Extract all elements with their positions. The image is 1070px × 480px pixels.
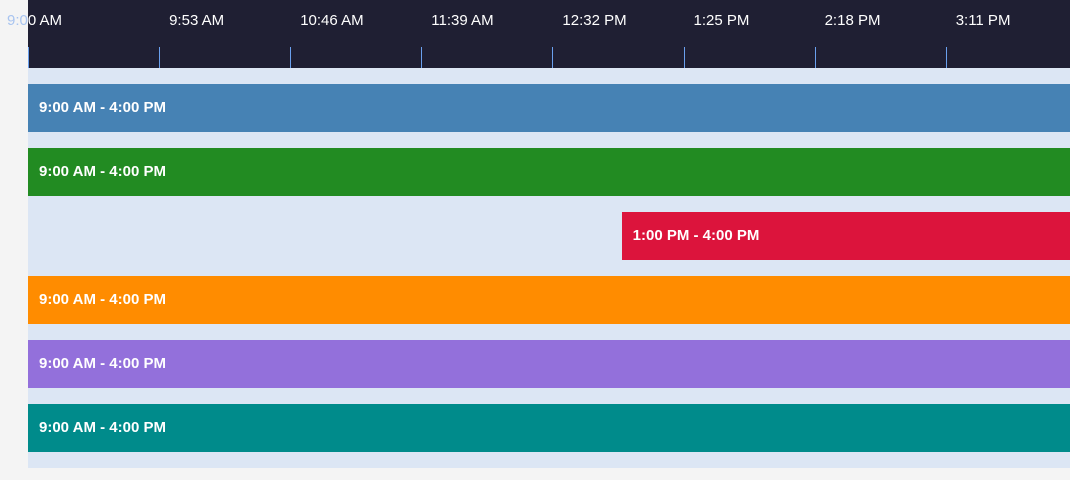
timeline-row: 9:00 AM - 4:00 PM: [28, 132, 1070, 196]
event-block[interactable]: 1:00 PM - 4:00 PM: [621, 212, 1070, 260]
time-tick-mark: [945, 47, 947, 68]
timeline-row-footer: [28, 452, 1070, 468]
time-tick-mark: [28, 47, 29, 68]
event-time-label: 9:00 AM - 4:00 PM: [39, 291, 166, 308]
time-tick-label: 10:46 AM: [300, 12, 364, 29]
timeline-row: 9:00 AM - 4:00 PM: [28, 388, 1070, 452]
time-tick-mark: [683, 47, 685, 68]
timeline-row: 1:00 PM - 4:00 PM: [28, 196, 1070, 260]
time-tick-mark: [421, 47, 423, 68]
time-tick-mark: [290, 47, 292, 68]
event-time-label: 9:00 AM - 4:00 PM: [39, 99, 166, 116]
time-tick-label: 11:39 AM: [431, 12, 494, 29]
event-block[interactable]: 9:00 AM - 4:00 PM: [28, 276, 1070, 324]
event-block[interactable]: 9:00 AM - 4:00 PM: [28, 148, 1070, 196]
time-tick-mark: [552, 47, 554, 68]
time-tick-label: 12:32 PM: [562, 12, 627, 29]
event-block[interactable]: 9:00 AM - 4:00 PM: [28, 404, 1070, 452]
event-time-label: 9:00 AM - 4:00 PM: [39, 163, 166, 180]
time-axis-header: 9:00 AM 9:53 AM 10:46 AM 11:39 AM 12:32 PM 1:…: [7, 0, 1070, 68]
event-time-label: 9:00 AM - 4:00 PM: [39, 419, 166, 436]
timeline-view: 9:00 AM 9:53 AM 10:46 AM 11:39 AM 12:32 PM 1:…: [0, 0, 1070, 480]
timeline-rows: 9:00 AM - 4:00 PM 9:00 AM - 4:00 PM 1:00 P…: [28, 68, 1070, 468]
time-tick-label: 3:11 PM: [955, 12, 1011, 29]
time-tick-mark: [814, 47, 816, 68]
event-block[interactable]: 9:00 AM - 4:00 PM: [28, 340, 1070, 388]
time-tick-label: 1:25 PM: [693, 12, 750, 29]
timeline-row: 9:00 AM - 4:00 PM: [28, 324, 1070, 388]
time-tick-label: 9:00 AM: [7, 12, 63, 29]
time-tick-label: 2:18 PM: [824, 12, 881, 29]
timeline-row: 9:00 AM - 4:00 PM: [28, 260, 1070, 324]
event-time-label: 9:00 AM - 4:00 PM: [39, 355, 166, 372]
time-tick-mark: [159, 47, 161, 68]
time-tick-label: 9:53 AM: [169, 12, 225, 29]
event-time-label: 1:00 PM - 4:00 PM: [632, 227, 760, 244]
event-block[interactable]: 9:00 AM - 4:00 PM: [28, 84, 1070, 132]
timeline-row: 9:00 AM - 4:00 PM: [28, 68, 1070, 132]
